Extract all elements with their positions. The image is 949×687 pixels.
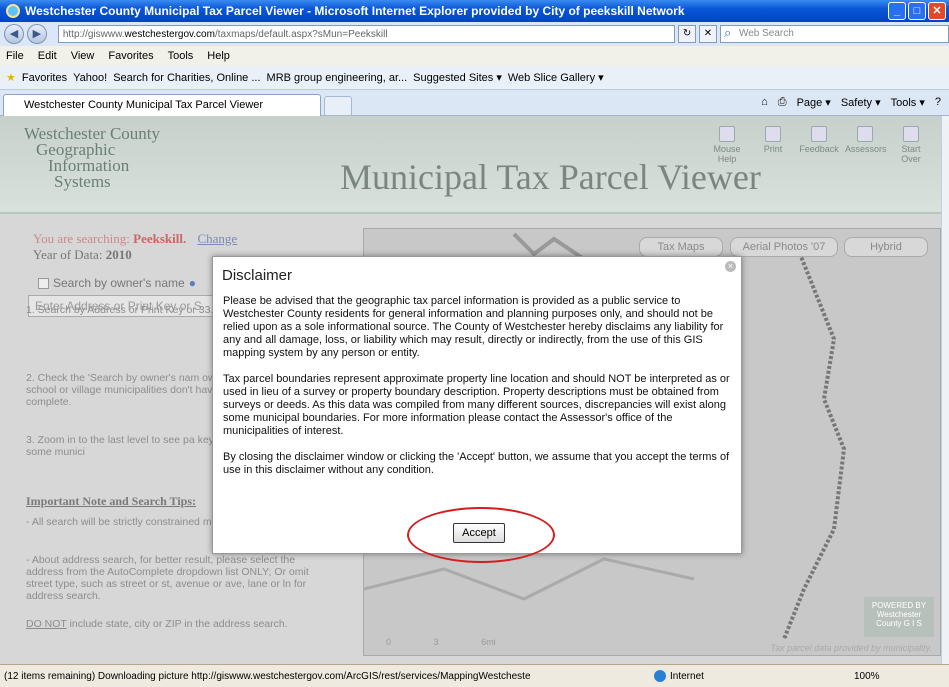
stop-button[interactable]: ✕ [699, 25, 717, 43]
url-field[interactable]: http://giswww. westchestergov.com/taxmaps… [57, 25, 676, 43]
logo-line: Systems [54, 172, 111, 191]
vertical-scrollbar[interactable] [941, 116, 949, 664]
web-search-input[interactable]: Web Search [719, 25, 949, 43]
ie-icon [6, 4, 20, 18]
title-bar: Westchester County Municipal Tax Parcel … [0, 0, 949, 22]
gis-logo: Westchester County Geographic Informatio… [24, 125, 160, 191]
app-title: Municipal Tax Parcel Viewer [340, 157, 761, 197]
close-window-button[interactable]: ✕ [928, 2, 946, 20]
scale-bar: 0 3 6mi [386, 637, 496, 647]
menu-favorites[interactable]: Favorites [108, 50, 153, 62]
favorites-bar: ★ Favorites Yahoo! Search for Charities,… [0, 66, 949, 90]
tip-6-text: include state, city or ZIP in the addres… [66, 618, 288, 630]
scale-label: 3 [433, 637, 439, 647]
tab-hybrid[interactable]: Hybrid [844, 237, 928, 257]
zoom-level[interactable]: 100% [854, 671, 880, 682]
help-icon[interactable]: ? [935, 96, 941, 109]
window-title: Westchester County Municipal Tax Parcel … [25, 4, 685, 18]
menu-file[interactable]: File [6, 50, 24, 62]
address-bar: ◀ ▶ http://giswww. westchestergov.com/tax… [0, 22, 949, 46]
start-over-button[interactable]: Start Over [891, 126, 931, 164]
url-path: /taxmaps/default.aspx?sMun=Peekskill [214, 28, 388, 40]
disclaimer-paragraph-1: Please be advised that the geographic ta… [223, 295, 724, 359]
minimize-button[interactable]: _ [888, 2, 906, 20]
scale-label: 0 [386, 637, 392, 647]
scale-label: 6mi [481, 637, 496, 647]
year-value: 2010 [105, 247, 132, 262]
menu-tools[interactable]: Tools [168, 50, 194, 62]
map-attribution: Tax parcel data provided by municipality… [770, 643, 932, 653]
globe-icon [654, 670, 666, 682]
menu-edit[interactable]: Edit [38, 50, 57, 62]
tip-6: DO NOT include state, city or ZIP in the… [26, 618, 326, 630]
tools-menu[interactable]: Tools ▾ [891, 96, 925, 109]
refresh-button[interactable]: ↻ [678, 25, 697, 43]
highlight-circle [407, 507, 555, 563]
owner-search-toggle[interactable]: Search by owner's name ● [38, 276, 196, 290]
tab-aerial-photos[interactable]: Aerial Photos '07 [730, 237, 838, 257]
close-icon[interactable]: × [725, 261, 736, 272]
tab-tax-maps[interactable]: Tax Maps [639, 237, 723, 257]
fav-item-mrb[interactable]: MRB group engineering, ar... [267, 72, 408, 84]
disclaimer-paragraph-2: Tax parcel boundaries represent approxim… [223, 373, 730, 437]
year-label: Year of Data: 2010 [33, 247, 132, 263]
security-zone: Internet [654, 670, 804, 682]
command-bar: ⌂ ⎙ Page ▾ Safety ▾ Tools ▾ ? [761, 96, 941, 109]
fav-item-webslice[interactable]: Web Slice Gallery ▾ [508, 71, 604, 84]
print-button[interactable]: Print [753, 126, 793, 164]
tip-5: - About address search, for better resul… [26, 554, 309, 602]
window-controls: _ □ ✕ [888, 2, 946, 20]
change-link[interactable]: Change [197, 231, 237, 246]
home-icon[interactable]: ⌂ [761, 96, 768, 109]
tips-heading: Important Note and Search Tips: [26, 494, 197, 508]
owner-label: Search by owner's name [53, 276, 185, 290]
tab-tax-parcel-viewer[interactable]: Westchester County Municipal Tax Parcel … [3, 94, 321, 116]
menu-help[interactable]: Help [207, 50, 230, 62]
feedback-button[interactable]: Feedback [799, 126, 839, 164]
searching-prefix: You are searching: [33, 231, 130, 246]
fav-item-charities[interactable]: Search for Charities, Online ... [113, 72, 260, 84]
app-header: Westchester County Geographic Informatio… [0, 116, 941, 214]
year-prefix: Year of Data: [33, 247, 103, 262]
star-icon: ★ [6, 72, 16, 84]
safety-menu[interactable]: Safety ▾ [841, 96, 881, 109]
searching-label: You are searching: Peekskill. Change [33, 231, 237, 247]
page-menu[interactable]: Page ▾ [797, 96, 831, 109]
info-icon[interactable]: ● [189, 276, 196, 290]
owner-checkbox[interactable] [38, 277, 49, 289]
fav-item-yahoo[interactable]: Yahoo! [73, 72, 107, 84]
favorites-button[interactable]: Favorites [22, 72, 67, 84]
mouse-help-button[interactable]: Mouse Help [707, 126, 747, 164]
back-button[interactable]: ◀ [4, 24, 24, 44]
new-tab-button[interactable] [324, 96, 352, 116]
print-icon[interactable]: ⎙ [778, 96, 787, 109]
menu-view[interactable]: View [71, 50, 95, 62]
forward-button[interactable]: ▶ [26, 24, 47, 44]
header-tools: Mouse Help Print Feedback Assessors Star… [707, 126, 931, 164]
status-bar: (12 items remaining) Downloading picture… [0, 664, 949, 687]
url-host: westchestergov.com [124, 28, 215, 40]
municipality-name: Peekskill. [133, 231, 187, 246]
assessors-button[interactable]: Assessors [845, 126, 887, 164]
menu-bar: File Edit View Favorites Tools Help [0, 46, 949, 66]
maximize-button[interactable]: □ [908, 2, 926, 20]
disclaimer-paragraph-3: By closing the disclaimer window or clic… [223, 451, 730, 476]
url-prefix: http://giswww. [62, 28, 125, 40]
fav-item-suggested[interactable]: Suggested Sites ▾ [413, 71, 502, 84]
dialog-title: Disclaimer [222, 267, 293, 284]
gis-badge: POWERED BY Westchester County G I S [864, 597, 934, 637]
do-not-link: DO NOT [26, 618, 67, 630]
dialog-body: Please be advised that the geographic ta… [223, 295, 735, 490]
status-message: (12 items remaining) Downloading picture… [4, 670, 531, 682]
zone-label: Internet [670, 670, 704, 682]
